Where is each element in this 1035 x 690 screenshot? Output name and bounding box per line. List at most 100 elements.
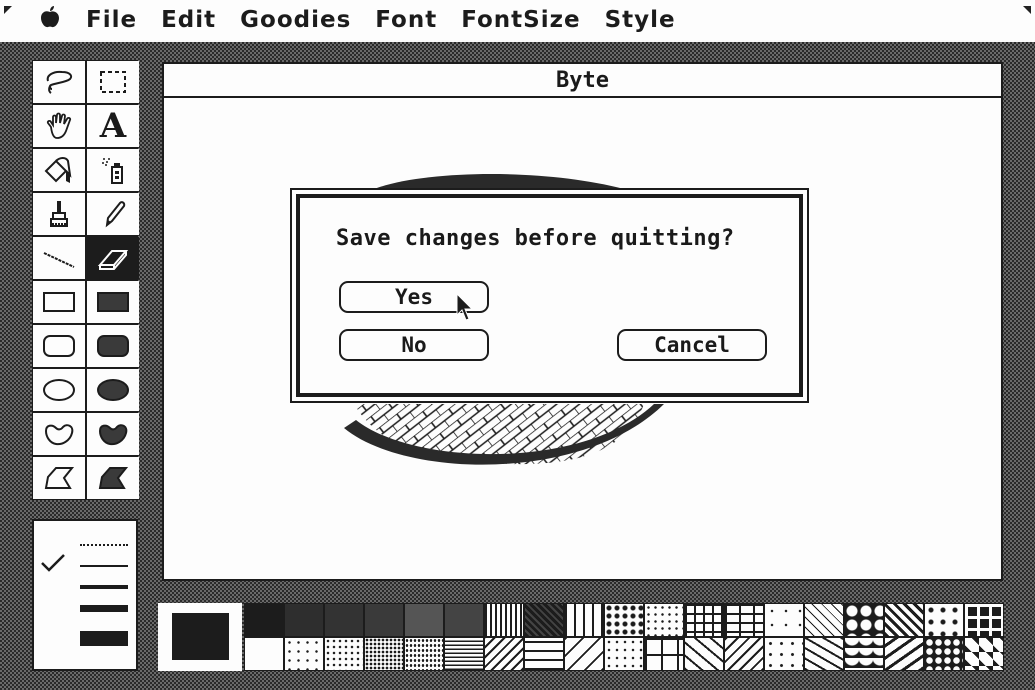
pattern-swatch[interactable] [364, 637, 404, 671]
eraser-icon [97, 250, 129, 270]
tool-spray-can[interactable] [87, 149, 139, 191]
paint-bucket-icon [44, 157, 72, 183]
menu-style[interactable]: Style [593, 7, 688, 33]
line-width-palette [32, 519, 138, 671]
pattern-swatch[interactable] [764, 637, 804, 671]
tool-filled-oval[interactable] [87, 369, 139, 411]
tool-oval[interactable] [33, 369, 85, 411]
tool-rounded-rectangle[interactable] [33, 325, 85, 367]
pattern-swatch[interactable] [324, 637, 364, 671]
pattern-swatch[interactable] [444, 637, 484, 671]
menu-fontsize[interactable]: FontSize [449, 7, 592, 33]
line-width-1[interactable] [80, 565, 128, 567]
filled-rectangle-icon [97, 292, 129, 312]
line-width-2[interactable] [80, 585, 128, 589]
filled-rounded-rectangle-icon [97, 335, 129, 357]
marquee-icon [100, 71, 126, 93]
pattern-swatch[interactable] [404, 637, 444, 671]
cancel-button[interactable]: Cancel [617, 329, 767, 361]
pattern-swatch[interactable] [324, 603, 364, 637]
menu-font[interactable]: Font [363, 7, 449, 33]
pattern-swatch[interactable] [724, 637, 764, 671]
pattern-swatch[interactable] [684, 603, 724, 637]
tool-filled-freeform[interactable] [87, 413, 139, 455]
tool-palette: A [32, 60, 139, 500]
window-title-bar[interactable]: Byte [164, 64, 1001, 98]
oval-icon [43, 379, 75, 401]
tool-selection-rectangle[interactable] [87, 61, 139, 103]
pattern-swatch[interactable] [884, 603, 924, 637]
spray-can-icon [102, 158, 123, 184]
pattern-swatch[interactable] [564, 603, 604, 637]
pattern-swatch[interactable] [924, 603, 964, 637]
screen-corner-top-left [4, 6, 12, 14]
pattern-swatch[interactable] [804, 637, 844, 671]
menu-items: File Edit Goodies Font FontSize Style [40, 6, 688, 34]
filled-freeform-icon [98, 424, 128, 446]
dialog-message: Save changes before quitting? [336, 226, 735, 251]
current-pattern-preview [158, 603, 242, 671]
filled-polygon-icon [98, 467, 129, 489]
lasso-icon [46, 70, 73, 94]
pattern-swatch[interactable] [884, 637, 924, 671]
menu-file[interactable]: File [74, 7, 149, 33]
pattern-swatch[interactable] [844, 603, 884, 637]
tool-eraser[interactable] [87, 237, 139, 279]
tool-freeform[interactable] [33, 413, 85, 455]
tool-paintbrush[interactable] [33, 193, 85, 235]
pattern-swatch[interactable] [284, 637, 324, 671]
pattern-swatch[interactable] [644, 637, 684, 671]
pattern-swatch[interactable] [404, 603, 444, 637]
tool-line[interactable] [33, 237, 85, 279]
line-width-8[interactable] [80, 631, 128, 646]
pattern-swatch[interactable] [604, 637, 644, 671]
tool-filled-polygon[interactable] [87, 457, 139, 499]
pattern-swatch[interactable] [484, 637, 524, 671]
apple-menu-icon[interactable] [40, 6, 74, 34]
rounded-rectangle-icon [43, 335, 75, 357]
menu-goodies[interactable]: Goodies [228, 7, 363, 33]
checkmark-icon [41, 554, 65, 572]
tool-rectangle[interactable] [33, 281, 85, 323]
tool-filled-rectangle[interactable] [87, 281, 139, 323]
pattern-swatch[interactable] [244, 603, 284, 637]
pattern-swatch[interactable] [284, 603, 324, 637]
pattern-swatch[interactable] [244, 637, 284, 671]
pattern-grid [244, 603, 1004, 671]
menu-bar: File Edit Goodies Font FontSize Style [0, 0, 1035, 42]
pattern-swatch[interactable] [644, 603, 684, 637]
pattern-swatch[interactable] [924, 637, 964, 671]
tool-paint-bucket[interactable] [33, 149, 85, 191]
pattern-swatch[interactable] [564, 637, 604, 671]
pattern-swatch[interactable] [724, 603, 764, 637]
menu-edit[interactable]: Edit [149, 7, 228, 33]
save-changes-dialog: Save changes before quitting? Yes No Can… [290, 188, 809, 403]
pattern-swatch[interactable] [524, 637, 564, 671]
line-width-4[interactable] [80, 605, 128, 612]
line-icon [43, 252, 75, 268]
pattern-swatch[interactable] [764, 603, 804, 637]
pattern-swatch[interactable] [484, 603, 524, 637]
text-a-icon: A [99, 106, 127, 146]
tool-polygon[interactable] [33, 457, 85, 499]
pattern-swatch[interactable] [364, 603, 404, 637]
pattern-swatch[interactable] [964, 637, 1004, 671]
pattern-swatch[interactable] [844, 637, 884, 671]
pattern-swatch[interactable] [964, 603, 1004, 637]
tool-pencil[interactable] [87, 193, 139, 235]
arrow-cursor-icon [456, 293, 474, 321]
pattern-swatch[interactable] [524, 603, 564, 637]
pattern-swatch[interactable] [804, 603, 844, 637]
line-width-dotted[interactable] [80, 544, 128, 546]
pattern-palette [158, 603, 1008, 675]
pattern-swatch[interactable] [444, 603, 484, 637]
tool-grabber[interactable] [33, 105, 85, 147]
pattern-swatch[interactable] [684, 637, 724, 671]
tool-lasso[interactable] [33, 61, 85, 103]
tool-text[interactable]: A [87, 105, 139, 147]
no-button[interactable]: No [339, 329, 489, 361]
tool-filled-rounded-rectangle[interactable] [87, 325, 139, 367]
paintbrush-icon [50, 201, 68, 227]
freeform-icon [44, 424, 74, 446]
pattern-swatch[interactable] [604, 603, 644, 637]
